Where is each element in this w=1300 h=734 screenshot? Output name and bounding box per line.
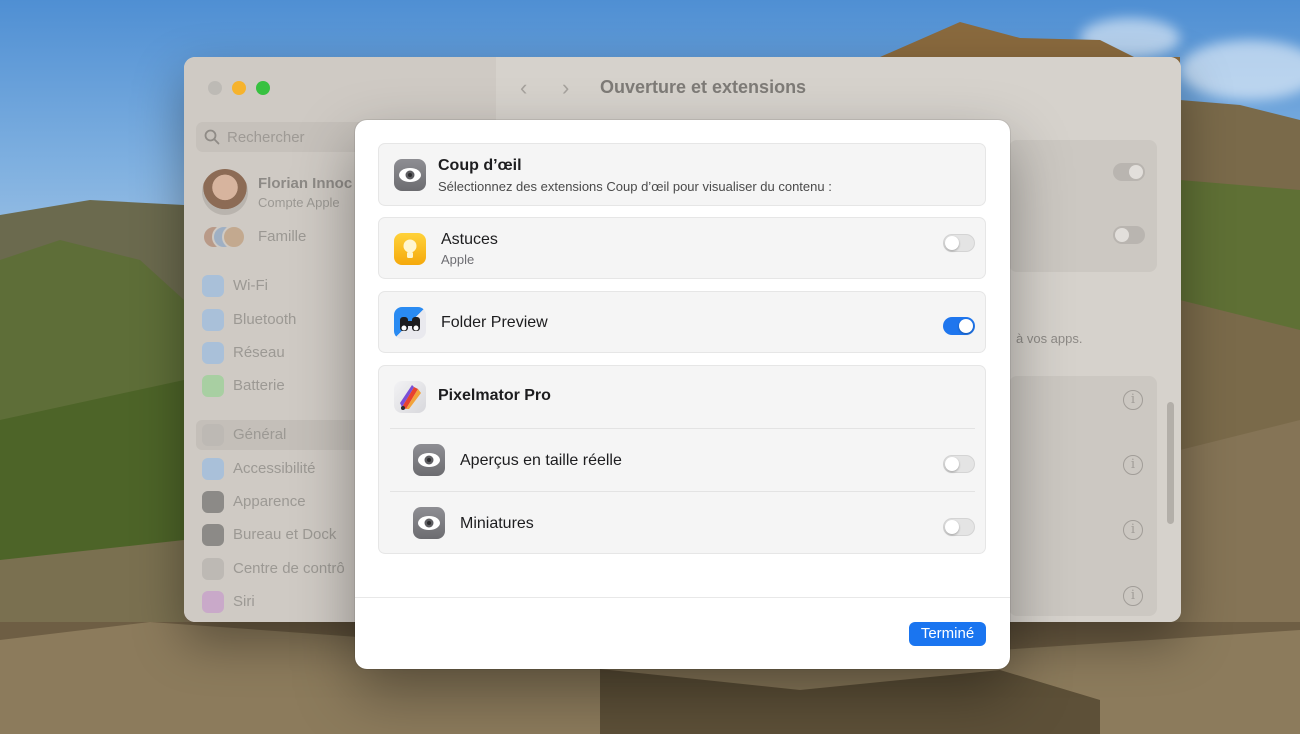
- sidebar-item-label: Bureau et Dock: [233, 526, 337, 543]
- group-item-label: Miniatures: [460, 515, 534, 532]
- extension-row-astuces: Astuces Apple: [378, 217, 986, 279]
- scrollbar[interactable]: [1167, 402, 1174, 524]
- group-title: Pixelmator Pro: [438, 387, 551, 404]
- extension-vendor: Apple: [441, 252, 475, 267]
- divider: [390, 491, 975, 492]
- family-avatars: [202, 225, 248, 249]
- header-subtitle: Sélectionnez des extensions Coup d’œil p…: [438, 179, 832, 194]
- info-icon: i: [1123, 520, 1143, 540]
- pixelmator-icon: [394, 381, 426, 413]
- pixelmator-group: Pixelmator Pro Aperçus en taille réelle …: [378, 365, 986, 554]
- avatar: [202, 169, 248, 215]
- gear-icon: [202, 424, 224, 446]
- background-list: i i i i: [1009, 376, 1157, 616]
- sidebar-item-label: Wi-Fi: [233, 277, 268, 294]
- info-icon: i: [1123, 455, 1143, 475]
- battery-icon: [202, 375, 224, 397]
- search-icon: [204, 129, 220, 145]
- sidebar-item-label: Siri: [233, 593, 255, 610]
- accessibility-icon: [202, 458, 224, 480]
- eye-icon: [413, 507, 445, 539]
- forward-arrow-icon[interactable]: ›: [562, 75, 569, 101]
- maximize-button[interactable]: [256, 81, 270, 95]
- background-card: [1009, 140, 1157, 272]
- control-center-icon: [202, 558, 224, 580]
- quicklook-extensions-sheet: Coup d’œil Sélectionnez des extensions C…: [355, 120, 1010, 669]
- info-icon: i: [1123, 586, 1143, 606]
- wifi-icon: [202, 275, 224, 297]
- info-icon: i: [1123, 390, 1143, 410]
- quicklook-eye-icon: [394, 159, 426, 191]
- folder-preview-toggle[interactable]: [943, 317, 975, 335]
- dock-icon: [202, 524, 224, 546]
- binoculars-icon: [394, 307, 426, 339]
- sidebar-item-label: Général: [233, 426, 287, 443]
- eye-icon: [413, 444, 445, 476]
- appearance-icon: [202, 491, 224, 513]
- sidebar-item-label: Accessibilité: [233, 460, 316, 477]
- thumbnails-toggle[interactable]: [943, 518, 975, 536]
- astuces-toggle[interactable]: [943, 234, 975, 252]
- minimize-button[interactable]: [232, 81, 246, 95]
- group-item-label: Aperçus en taille réelle: [460, 452, 622, 469]
- extension-row-folder-preview: Folder Preview: [378, 291, 986, 353]
- done-button[interactable]: Terminé: [909, 622, 986, 646]
- siri-icon: [202, 591, 224, 613]
- extension-name: Folder Preview: [441, 314, 548, 331]
- divider: [390, 428, 975, 429]
- bluetooth-icon: [202, 309, 224, 331]
- sidebar-item-label: Réseau: [233, 344, 285, 361]
- lightbulb-icon: [394, 233, 426, 265]
- background-toggle: [1113, 226, 1145, 244]
- sidebar-item-label: Bluetooth: [233, 311, 297, 328]
- footer-divider: [355, 597, 1010, 598]
- account-subtitle: Compte Apple: [258, 195, 340, 210]
- family-label: Famille: [258, 228, 307, 245]
- extension-name: Astuces: [441, 231, 498, 248]
- globe-icon: [202, 342, 224, 364]
- header-title: Coup d’œil: [438, 157, 522, 174]
- search-placeholder: Rechercher: [227, 129, 305, 146]
- sidebar-item-label: Batterie: [233, 377, 285, 394]
- full-size-preview-toggle[interactable]: [943, 455, 975, 473]
- sidebar-item-label: Centre de contrô: [233, 560, 345, 577]
- quicklook-header: Coup d’œil Sélectionnez des extensions C…: [378, 143, 986, 206]
- sidebar-item-label: Apparence: [233, 493, 306, 510]
- back-arrow-icon[interactable]: ‹: [520, 75, 527, 101]
- background-text: à vos apps.: [1016, 331, 1083, 346]
- close-button[interactable]: [208, 81, 222, 95]
- account-name: Florian Innoc: [258, 175, 353, 192]
- page-title: Ouverture et extensions: [600, 77, 807, 97]
- background-toggle: [1113, 163, 1145, 181]
